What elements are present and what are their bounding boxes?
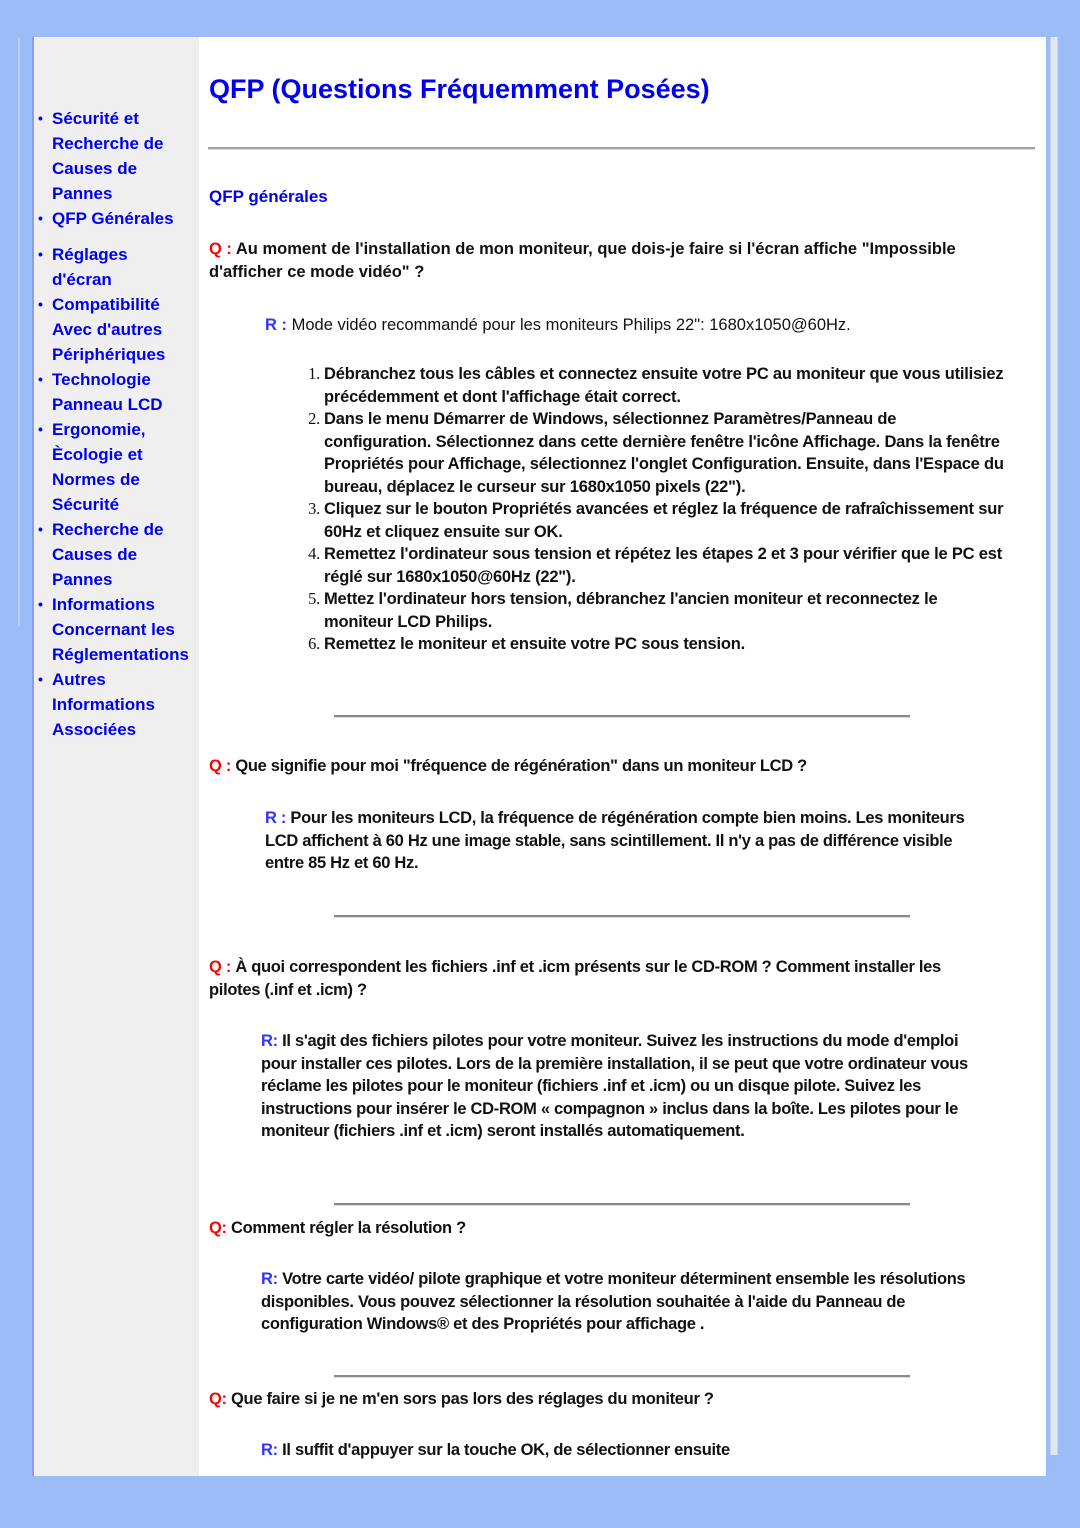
question-text: Que faire si je ne m'en sors pas lors de… bbox=[231, 1390, 714, 1408]
page-title: QFP (Questions Fréquemment Posées) bbox=[209, 74, 710, 104]
sidebar-item-ergonomie[interactable]: • Ergonomie, Ècologie et Normes de Sécurité bbox=[38, 417, 189, 517]
bullet-icon: • bbox=[38, 521, 43, 537]
faq-answer: R: Votre carte vidéo/ pilote graphique e… bbox=[261, 1268, 985, 1336]
sidebar-item-recherche[interactable]: • Recherche de Causes de Pannes bbox=[38, 517, 189, 592]
step-item: Mettez l'ordinateur hors tension, débran… bbox=[324, 588, 1004, 633]
question-text: Au moment de l'installation de mon monit… bbox=[209, 240, 956, 281]
sidebar-link[interactable]: QFP Générales bbox=[52, 209, 174, 228]
faq-answer: R: Il suffit d'appuyer sur la touche OK,… bbox=[261, 1439, 985, 1462]
question-label: Q : bbox=[209, 757, 236, 775]
step-item: Cliquez sur le bouton Propriétés avancée… bbox=[324, 498, 1004, 543]
bullet-icon: • bbox=[38, 296, 43, 312]
faq-question: Q: Que faire si je ne m'en sors pas lors… bbox=[209, 1388, 979, 1411]
sidebar-link[interactable]: Informations Concernant les Réglementation… bbox=[52, 595, 189, 664]
faq-answer: R : Mode vidéo recommandé pour les monit… bbox=[265, 314, 1025, 337]
answer-text: Pour les moniteurs LCD, la fréquence de … bbox=[265, 809, 965, 872]
steps-list: Débranchez tous les câbles et connectez … bbox=[287, 363, 1004, 656]
divider bbox=[208, 147, 1035, 150]
divider bbox=[334, 1375, 910, 1378]
answer-text: Votre carte vidéo/ pilote graphique et v… bbox=[261, 1270, 966, 1333]
frame-border-left bbox=[18, 37, 20, 627]
sidebar-link[interactable]: Ergonomie, Ècologie et Normes de Sécurité bbox=[52, 420, 146, 514]
question-label: Q: bbox=[209, 1219, 232, 1237]
answer-text: Il s'agit des fichiers pilotes pour votr… bbox=[261, 1032, 968, 1140]
bullet-icon: • bbox=[38, 671, 43, 687]
bullet-icon: • bbox=[38, 371, 43, 387]
answer-label: R: bbox=[261, 1032, 283, 1050]
sidebar-item-informations[interactable]: • Informations Concernant les Réglementatio… bbox=[38, 592, 189, 667]
sidebar-link[interactable]: Autres Informations Associées bbox=[52, 670, 155, 739]
faq-question: Q : À quoi correspondent les fichiers .i… bbox=[209, 956, 979, 1001]
sidebar-link[interactable]: Compatibilité Avec d'autres Périphériques bbox=[52, 295, 165, 364]
question-label: Q : bbox=[209, 958, 236, 976]
sidebar-item-technologie[interactable]: • Technologie Panneau LCD bbox=[38, 367, 189, 417]
faq-answer: R : Pour les moniteurs LCD, la fréquence… bbox=[265, 807, 977, 875]
sidebar-item-securite[interactable]: • Sécurité et Recherche de Causes de Pannes bbox=[38, 106, 189, 206]
sidebar-nav: • Sécurité et Recherche de Causes de Pannes … bbox=[38, 106, 189, 742]
sidebar-item-compatibilite[interactable]: • Compatibilité Avec d'autres Périphériques bbox=[38, 292, 189, 367]
sidebar-link[interactable]: Réglages d'écran bbox=[52, 245, 128, 289]
section-title: QFP générales bbox=[209, 187, 328, 206]
answer-label: R: bbox=[261, 1270, 283, 1288]
sidebar-link[interactable]: Sécurité et Recherche de Causes de Pannes bbox=[52, 109, 164, 203]
question-label: Q: bbox=[209, 1390, 232, 1408]
question-text: Que signifie pour moi "fréquence de régé… bbox=[235, 757, 807, 775]
main-content: QFP (Questions Fréquemment Posées) QFP g… bbox=[199, 37, 1046, 1476]
step-item: Remettez le moniteur et ensuite votre PC… bbox=[324, 633, 1004, 656]
answer-text: Il suffit d'appuyer sur la touche OK, de… bbox=[282, 1441, 730, 1459]
bullet-icon: • bbox=[38, 210, 43, 226]
frame-border-right bbox=[1050, 37, 1058, 1455]
divider bbox=[334, 1203, 910, 1206]
sidebar-item-autres[interactable]: • Autres Informations Associées bbox=[38, 667, 189, 742]
bullet-icon: • bbox=[38, 421, 43, 437]
answer-text: Mode vidéo recommandé pour les moniteurs… bbox=[291, 316, 851, 334]
sidebar: • Sécurité et Recherche de Causes de Pannes … bbox=[32, 37, 199, 1476]
answer-label: R : bbox=[265, 809, 291, 827]
divider bbox=[334, 915, 910, 918]
bullet-icon: • bbox=[38, 110, 43, 126]
faq-question: Q : Que signifie pour moi "fréquence de … bbox=[209, 755, 1009, 778]
step-item: Remettez l'ordinateur sous tension et ré… bbox=[324, 543, 1004, 588]
divider bbox=[334, 715, 910, 718]
sidebar-link[interactable]: Recherche de Causes de Pannes bbox=[52, 520, 164, 589]
answer-label: R: bbox=[261, 1441, 283, 1459]
step-item: Dans le menu Démarrer de Windows, sélect… bbox=[324, 408, 1004, 498]
sidebar-item-qfp-generales[interactable]: • QFP Générales bbox=[38, 206, 189, 231]
question-label: Q : bbox=[209, 240, 236, 258]
faq-question: Q: Comment régler la résolution ? bbox=[209, 1217, 979, 1240]
sidebar-link[interactable]: Technologie Panneau LCD bbox=[52, 370, 163, 414]
answer-label: R : bbox=[265, 316, 292, 334]
question-text: À quoi correspondent les fichiers .inf e… bbox=[209, 958, 941, 999]
question-text: Comment régler la résolution ? bbox=[231, 1219, 466, 1237]
faq-question: Q : Au moment de l'installation de mon m… bbox=[209, 238, 989, 283]
faq-answer: R: Il s'agit des fichiers pilotes pour v… bbox=[261, 1030, 985, 1143]
bullet-icon: • bbox=[38, 596, 43, 612]
bullet-icon: • bbox=[38, 246, 43, 262]
step-item: Débranchez tous les câbles et connectez … bbox=[324, 363, 1004, 408]
sidebar-item-reglages[interactable]: • Réglages d'écran bbox=[38, 242, 189, 292]
